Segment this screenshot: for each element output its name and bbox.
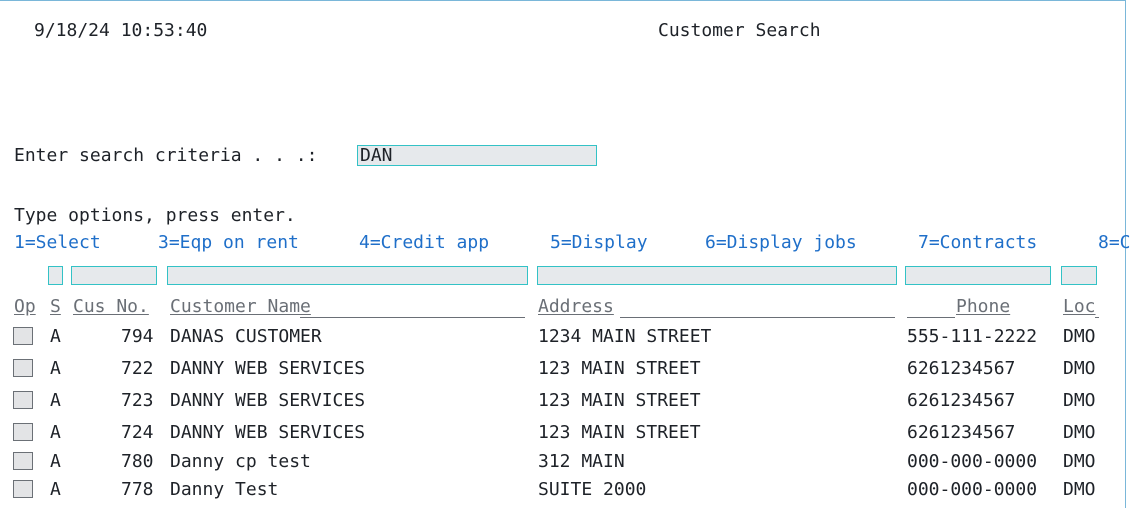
row-cust-no: 723 — [121, 390, 154, 411]
row-name: DANAS CUSTOMER — [170, 326, 322, 347]
row-status: A — [50, 479, 61, 500]
table-row: A 722 DANNY WEB SERVICES 123 MAIN STREET… — [0, 356, 1126, 381]
row-address: 123 MAIN STREET — [538, 422, 701, 443]
row-address: 123 MAIN STREET — [538, 358, 701, 379]
row-name: Danny Test — [170, 479, 279, 500]
row-loc: DMO — [1063, 390, 1096, 411]
option-entry-field[interactable] — [13, 391, 33, 409]
option-display-jobs: 6=Display jobs — [705, 232, 857, 253]
row-address: 1234 MAIN STREET — [538, 326, 712, 347]
row-status: A — [50, 390, 61, 411]
row-loc: DMO — [1063, 326, 1096, 347]
row-status: A — [50, 422, 61, 443]
row-loc: DMO — [1063, 422, 1096, 443]
filter-cust-no-field[interactable] — [71, 266, 157, 285]
row-cust-no: 778 — [121, 479, 154, 500]
col-header-loc-rule — [1095, 317, 1099, 318]
option-select: 1=Select — [14, 232, 101, 253]
row-cust-no: 794 — [121, 326, 154, 347]
row-cust-no: 724 — [121, 422, 154, 443]
option-entry-field[interactable] — [13, 452, 33, 470]
table-row: A 723 DANNY WEB SERVICES 123 MAIN STREET… — [0, 388, 1126, 413]
option-credit-app: 4=Credit app — [359, 232, 490, 253]
table-row: A 780 Danny cp test 312 MAIN 000-000-000… — [0, 449, 1126, 474]
col-header-phone-rule — [907, 317, 955, 318]
col-header-name-rule — [300, 317, 525, 318]
table-row: A 778 Danny Test SUITE 2000 000-000-0000… — [0, 477, 1126, 502]
option-entry-field[interactable] — [13, 327, 33, 345]
col-header-name: Customer Name — [170, 296, 311, 317]
row-phone: 000-000-0000 — [907, 479, 1038, 500]
row-name: DANNY WEB SERVICES — [170, 358, 366, 379]
row-loc: DMO — [1063, 479, 1096, 500]
row-name: Danny cp test — [170, 451, 311, 472]
row-phone: 000-000-0000 — [907, 451, 1038, 472]
row-address: 312 MAIN — [538, 451, 625, 472]
col-header-address-rule — [620, 317, 895, 318]
row-cust-no: 780 — [121, 451, 154, 472]
row-phone: 555-111-2222 — [907, 326, 1038, 347]
table-row: A 794 DANAS CUSTOMER 1234 MAIN STREET 55… — [0, 324, 1126, 349]
search-input[interactable] — [357, 145, 597, 166]
option-eqp-on-rent: 3=Eqp on rent — [158, 232, 299, 253]
filter-status-field[interactable] — [48, 266, 63, 285]
row-phone: 6261234567 — [907, 358, 1016, 379]
col-header-loc: Loc — [1063, 296, 1096, 317]
filter-name-field[interactable] — [167, 266, 528, 285]
options-instruction: Type options, press enter. — [14, 205, 296, 226]
row-address: SUITE 2000 — [538, 479, 647, 500]
search-label: Enter search criteria . . .: — [14, 145, 318, 166]
col-header-phone: Phone — [956, 296, 1011, 317]
page-title: Customer Search — [658, 20, 821, 41]
row-loc: DMO — [1063, 451, 1096, 472]
timestamp: 9/18/24 10:53:40 — [34, 20, 208, 41]
table-row: A 724 DANNY WEB SERVICES 123 MAIN STREET… — [0, 420, 1126, 445]
option-display: 5=Display — [550, 232, 648, 253]
col-header-op: Op — [14, 296, 36, 317]
row-address: 123 MAIN STREET — [538, 390, 701, 411]
row-phone: 6261234567 — [907, 390, 1016, 411]
row-status: A — [50, 451, 61, 472]
row-name: DANNY WEB SERVICES — [170, 390, 366, 411]
row-name: DANNY WEB SERVICES — [170, 422, 366, 443]
col-header-status: S — [50, 296, 61, 317]
option-entry-field[interactable] — [13, 359, 33, 377]
row-status: A — [50, 358, 61, 379]
option-entry-field[interactable] — [13, 480, 33, 498]
col-header-address: Address — [538, 296, 614, 317]
option-more: 8=C — [1098, 232, 1131, 253]
row-loc: DMO — [1063, 358, 1096, 379]
filter-loc-field[interactable] — [1061, 266, 1097, 285]
row-cust-no: 722 — [121, 358, 154, 379]
filter-phone-field[interactable] — [905, 266, 1051, 285]
option-contracts: 7=Contracts — [918, 232, 1038, 253]
row-status: A — [50, 326, 61, 347]
filter-address-field[interactable] — [537, 266, 897, 285]
col-header-cust-no: Cus No. — [73, 296, 149, 317]
row-phone: 6261234567 — [907, 422, 1016, 443]
option-entry-field[interactable] — [13, 423, 33, 441]
